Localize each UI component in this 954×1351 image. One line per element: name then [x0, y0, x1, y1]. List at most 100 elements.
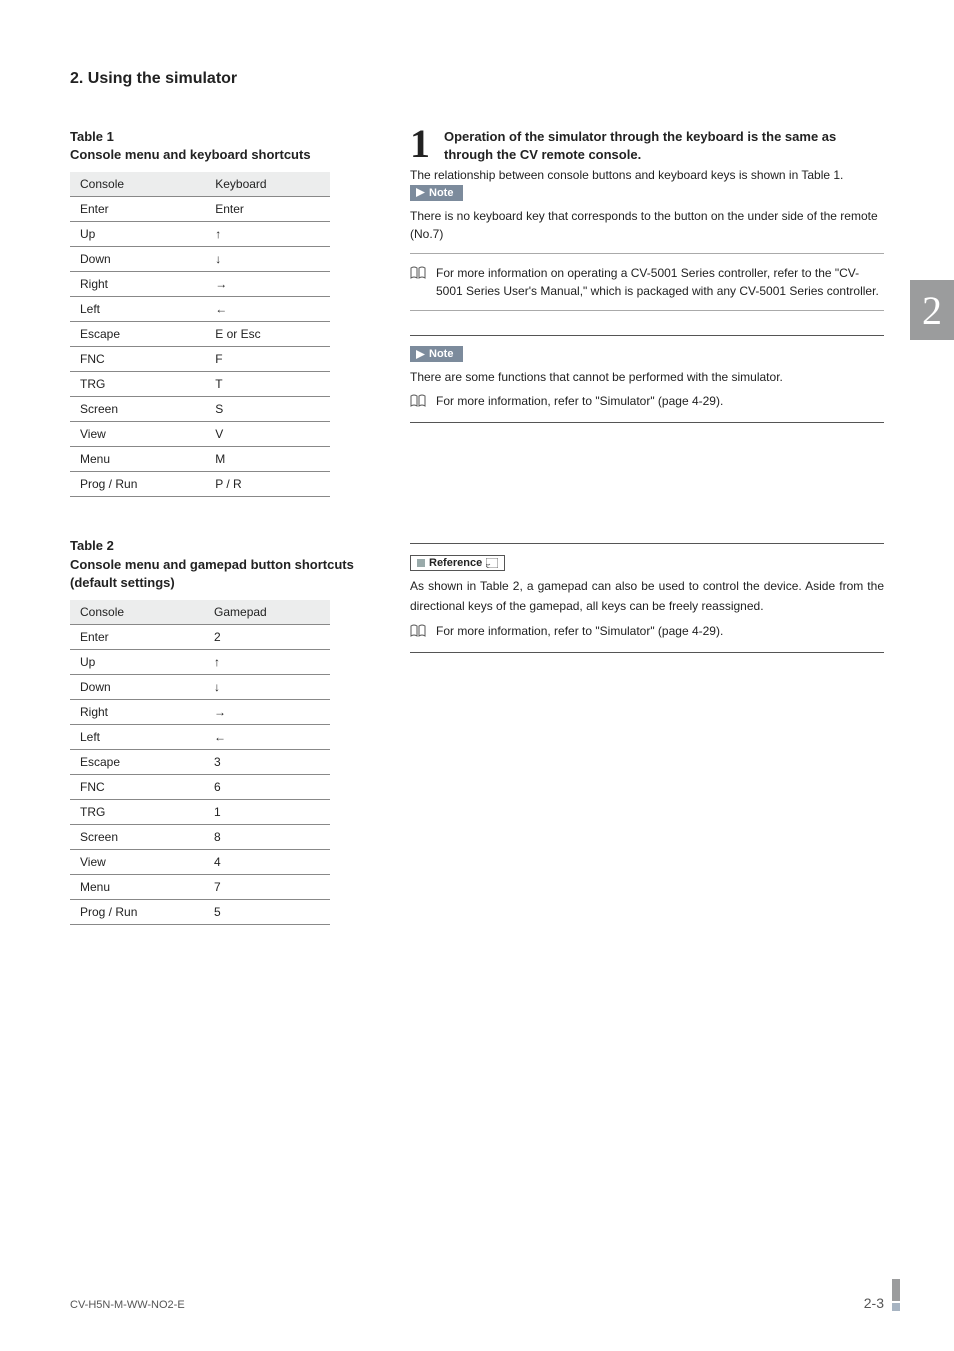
reference-ref: For more information, refer to "Simulato…: [410, 622, 884, 640]
table-cell: TRG: [70, 799, 204, 824]
table-cell: Screen: [70, 824, 204, 849]
book-icon: [410, 624, 426, 638]
table-row: FNCF: [70, 347, 330, 372]
page-corner-icon: [486, 558, 498, 568]
table-row: Up↑: [70, 222, 330, 247]
table-cell: Enter: [70, 624, 204, 649]
play-icon: [416, 350, 425, 359]
content-columns: Table 1 Console menu and keyboard shortc…: [70, 128, 884, 965]
table-cell: S: [205, 397, 330, 422]
table-row: MenuM: [70, 447, 330, 472]
table-cell: E or Esc: [205, 322, 330, 347]
table-row: View4: [70, 849, 330, 874]
table-cell: M: [205, 447, 330, 472]
table-1-title: Table 1 Console menu and keyboard shortc…: [70, 128, 370, 164]
table-cell: Up: [70, 649, 204, 674]
table-cell: Enter: [205, 197, 330, 222]
note-2-ref-text: For more information, refer to "Simulato…: [436, 392, 723, 410]
note-label-text: Note: [429, 187, 453, 199]
table-1-label: Table 1: [70, 129, 114, 144]
table-1-block: Table 1 Console menu and keyboard shortc…: [70, 128, 370, 497]
note-2-ref: For more information, refer to "Simulato…: [410, 392, 884, 410]
table-row: Menu7: [70, 874, 330, 899]
table-cell: →: [204, 699, 330, 724]
table-cell: View: [70, 849, 204, 874]
table-cell: Left: [70, 724, 204, 749]
reference-block: Reference As shown in Table 2, a gamepad…: [410, 543, 884, 652]
table-cell: ←: [205, 297, 330, 322]
table-2-label: Table 2: [70, 538, 114, 553]
reference-text: As shown in Table 2, a gamepad can also …: [410, 577, 884, 615]
table-1-subtitle: Console menu and keyboard shortcuts: [70, 147, 311, 162]
note-2-text: There are some functions that cannot be …: [410, 368, 884, 386]
table-cell: Down: [70, 247, 205, 272]
corner-mark-icon: [882, 1279, 902, 1316]
table-row: ViewV: [70, 422, 330, 447]
table-cell: View: [70, 422, 205, 447]
note-1-ref-text: For more information on operating a CV-5…: [436, 264, 884, 300]
table-row: Screen8: [70, 824, 330, 849]
table-cell: Escape: [70, 322, 205, 347]
table-row: Down↓: [70, 674, 330, 699]
table-cell: V: [205, 422, 330, 447]
page-number: 2-3: [864, 1295, 884, 1311]
step-1: 1 Operation of the simulator through the…: [410, 128, 884, 164]
table-cell: 6: [204, 774, 330, 799]
table-cell: Escape: [70, 749, 204, 774]
doc-code: CV-H5N-M-WW-NO2-E: [70, 1299, 185, 1311]
table-cell: ↓: [204, 674, 330, 699]
table-cell: 2: [204, 624, 330, 649]
book-icon: [410, 266, 426, 280]
table-2-header-0: Console: [70, 600, 204, 625]
table-row: Console Keyboard: [70, 172, 330, 197]
table-cell: ←: [204, 724, 330, 749]
table-cell: TRG: [70, 372, 205, 397]
reference-label: Reference: [410, 555, 505, 571]
reference-ref-text: For more information, refer to "Simulato…: [436, 622, 723, 640]
note-2-block: Note There are some functions that canno…: [410, 335, 884, 424]
table-row: ScreenS: [70, 397, 330, 422]
table-cell: Right: [70, 699, 204, 724]
section-heading: 2. Using the simulator: [70, 70, 884, 88]
table-cell: Right: [70, 272, 205, 297]
note-label-text: Note: [429, 348, 453, 360]
table-cell: →: [205, 272, 330, 297]
note-1-text: There is no keyboard key that correspond…: [410, 207, 884, 243]
table-cell: F: [205, 347, 330, 372]
note-label: Note: [410, 185, 463, 201]
table-cell: Up: [70, 222, 205, 247]
intro-text: The relationship between console buttons…: [410, 166, 884, 184]
table-row: Left←: [70, 297, 330, 322]
footer: CV-H5N-M-WW-NO2-E 2-3: [70, 1295, 884, 1311]
table-row: Right→: [70, 699, 330, 724]
table-cell: 1: [204, 799, 330, 824]
table-cell: 3: [204, 749, 330, 774]
table-row: FNC6: [70, 774, 330, 799]
table-cell: ↑: [205, 222, 330, 247]
table-row: Enter2: [70, 624, 330, 649]
table-row: Right→: [70, 272, 330, 297]
table-cell: T: [205, 372, 330, 397]
table-cell: FNC: [70, 774, 204, 799]
table-row: Down↓: [70, 247, 330, 272]
table-2: Console Gamepad Enter2Up↑Down↓Right→Left…: [70, 600, 330, 925]
table-2-block: Table 2 Console menu and gamepad button …: [70, 537, 370, 925]
table-cell: Menu: [70, 447, 205, 472]
table-row: TRGT: [70, 372, 330, 397]
reference-label-text: Reference: [429, 557, 482, 569]
page: 2. Using the simulator Table 1 Console m…: [0, 0, 954, 1351]
table-row: EnterEnter: [70, 197, 330, 222]
table-cell: Screen: [70, 397, 205, 422]
right-column: 1 Operation of the simulator through the…: [410, 128, 884, 965]
note-1-block: Note There is no keyboard key that corre…: [410, 184, 884, 311]
table-2-subtitle: Console menu and gamepad button shortcut…: [70, 557, 354, 590]
book-icon: [410, 394, 426, 408]
table-cell: 8: [204, 824, 330, 849]
table-row: Console Gamepad: [70, 600, 330, 625]
table-cell: ↓: [205, 247, 330, 272]
square-icon: [417, 559, 425, 567]
table-row: Prog / RunP / R: [70, 472, 330, 497]
table-row: Escape3: [70, 749, 330, 774]
table-row: Left←: [70, 724, 330, 749]
table-cell: 7: [204, 874, 330, 899]
